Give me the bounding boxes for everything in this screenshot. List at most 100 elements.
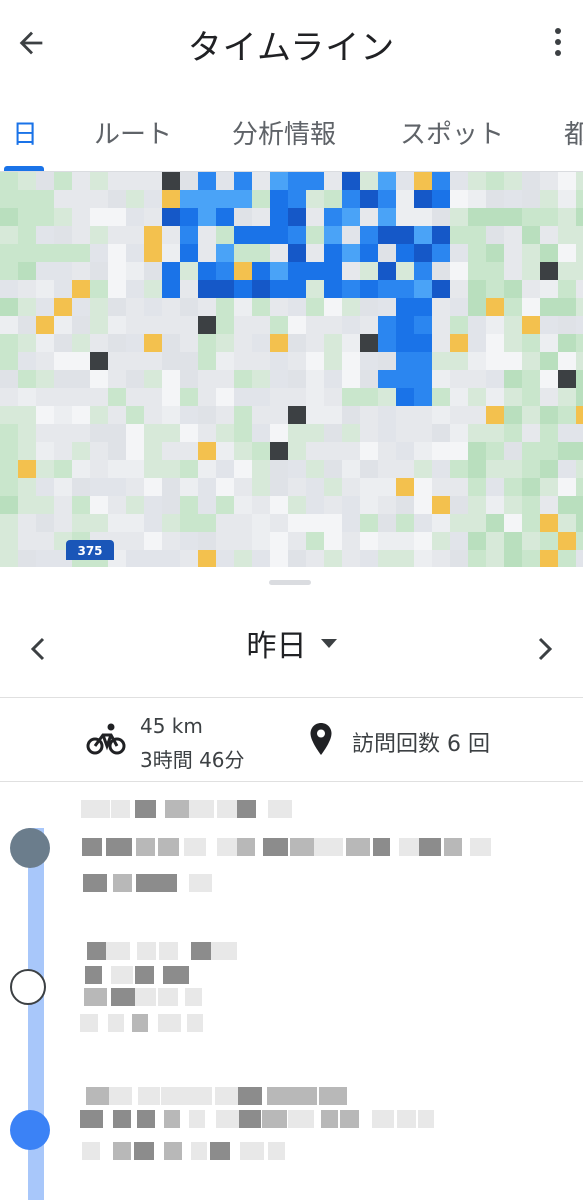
sheet-drag-handle[interactable]: [269, 580, 311, 585]
map-tile: [504, 226, 522, 244]
map-tile: [486, 190, 504, 208]
map-tile: [162, 424, 180, 442]
map-tile: [144, 406, 162, 424]
map-tile: [504, 244, 522, 262]
redacted-text-block: [137, 1110, 155, 1128]
timeline-place-node[interactable]: [10, 828, 50, 868]
tab-cities[interactable]: 都: [564, 114, 583, 151]
map-tile: [36, 262, 54, 280]
timeline-map[interactable]: 375: [0, 172, 583, 567]
map-tile: [252, 442, 270, 460]
map-tile: [198, 442, 216, 460]
redacted-text-block: [158, 838, 179, 856]
map-tile: [378, 334, 396, 352]
map-tile: [108, 226, 126, 244]
map-tile: [216, 388, 234, 406]
redacted-text-block: [268, 1142, 285, 1160]
map-tile: [396, 352, 414, 370]
map-tile: [504, 388, 522, 406]
timeline-activity-node[interactable]: [10, 969, 46, 1005]
map-tile: [126, 316, 144, 334]
map-tile: [162, 550, 180, 567]
map-tile: [234, 496, 252, 514]
map-tile: [36, 460, 54, 478]
map-tile: [432, 280, 450, 298]
map-tile: [450, 370, 468, 388]
map-tile: [162, 460, 180, 478]
map-tile: [486, 406, 504, 424]
map-tile: [468, 226, 486, 244]
map-tile: [576, 316, 583, 334]
map-tile: [126, 226, 144, 244]
map-tile: [576, 190, 583, 208]
map-tile: [522, 352, 540, 370]
map-tile: [396, 532, 414, 550]
map-tile: [360, 316, 378, 334]
tab-insights[interactable]: 分析情報: [232, 114, 336, 151]
tab-route[interactable]: ルート: [94, 114, 172, 151]
map-tile: [216, 316, 234, 334]
redacted-text-block: [191, 1142, 207, 1160]
map-tile: [378, 424, 396, 442]
map-tile: [90, 370, 108, 388]
map-tile: [234, 190, 252, 208]
map-tile: [180, 406, 198, 424]
map-tile: [540, 550, 558, 567]
redacted-text-block: [136, 838, 155, 856]
map-tile: [450, 262, 468, 280]
map-tile: [36, 334, 54, 352]
tab-places[interactable]: スポット: [400, 114, 504, 151]
map-tile: [198, 370, 216, 388]
map-tile: [18, 280, 36, 298]
map-tile: [342, 406, 360, 424]
page-title: タイムライン: [187, 28, 396, 68]
map-tile: [378, 172, 396, 190]
chevron-right-icon[interactable]: [535, 635, 555, 663]
redacted-text-block: [419, 838, 441, 856]
map-tile: [396, 370, 414, 388]
redacted-text-block: [84, 988, 107, 1006]
map-tile: [216, 172, 234, 190]
map-tile: [162, 298, 180, 316]
map-tile: [0, 190, 18, 208]
map-tile: [216, 406, 234, 424]
map-tile: [162, 316, 180, 334]
map-tile: [234, 334, 252, 352]
redacted-text-block: [158, 988, 178, 1006]
map-tile: [504, 316, 522, 334]
map-tile: [126, 514, 144, 532]
map-tile: [450, 298, 468, 316]
map-tile: [18, 352, 36, 370]
map-tile: [18, 388, 36, 406]
map-tile: [576, 352, 583, 370]
map-tile: [360, 334, 378, 352]
map-tile: [306, 460, 324, 478]
map-tile: [378, 406, 396, 424]
map-tile: [288, 442, 306, 460]
map-tile: [360, 460, 378, 478]
map-tile: [324, 244, 342, 262]
more-vert-icon[interactable]: [553, 28, 563, 62]
map-tile: [270, 424, 288, 442]
map-tile: [108, 244, 126, 262]
redacted-text-block: [237, 838, 255, 856]
map-tile: [54, 334, 72, 352]
map-tile: [252, 514, 270, 532]
map-tile: [90, 280, 108, 298]
map-tile: [126, 532, 144, 550]
map-tile: [288, 514, 306, 532]
map-tile: [18, 190, 36, 208]
tab-bar: 日 ルート 分析情報 スポット 都: [0, 86, 583, 172]
map-tile: [108, 442, 126, 460]
redacted-text-block: [113, 874, 132, 892]
map-tile: [396, 262, 414, 280]
map-tile: [486, 424, 504, 442]
map-tile: [414, 226, 432, 244]
map-tile: [288, 298, 306, 316]
timeline-place-node[interactable]: [10, 1110, 50, 1150]
tab-day[interactable]: 日: [12, 114, 38, 151]
map-tile: [18, 460, 36, 478]
map-tile: [180, 550, 198, 567]
date-selector[interactable]: 昨日: [0, 621, 583, 665]
map-tile: [558, 208, 576, 226]
